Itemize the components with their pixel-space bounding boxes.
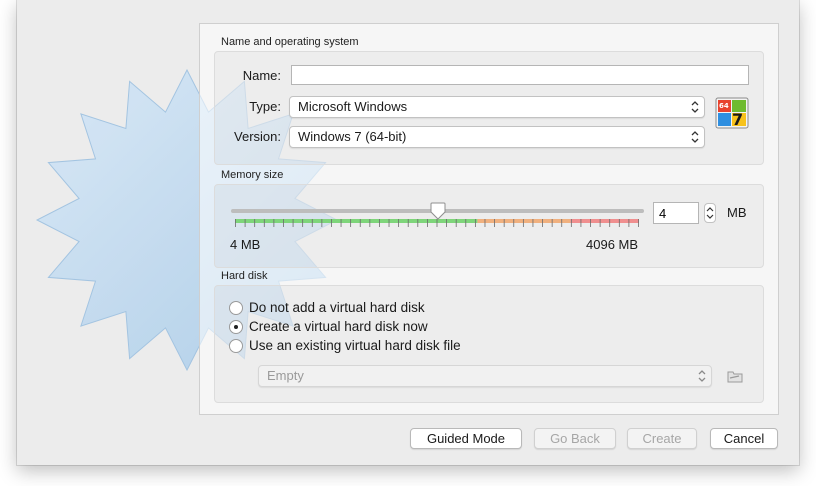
go-back-button[interactable]: Go Back: [534, 428, 616, 449]
os-icon-badge: 64: [719, 102, 729, 110]
radio-no-disk-button[interactable]: [229, 301, 243, 315]
memory-group: MB 4 MB 4096 MB: [214, 184, 764, 268]
memory-stepper[interactable]: [704, 203, 716, 223]
disk-file-select[interactable]: Empty: [258, 365, 712, 387]
type-label: Type:: [249, 99, 281, 114]
create-vm-dialog: Name and operating system Name: Type: Mi…: [17, 0, 799, 465]
memory-min-label: 4 MB: [230, 237, 261, 252]
create-button[interactable]: Create: [627, 428, 697, 449]
version-select[interactable]: Windows 7 (64-bit): [289, 126, 705, 148]
radio-create-disk-label: Create a virtual hard disk now: [249, 319, 428, 334]
section-hard-disk-label: Hard disk: [221, 270, 268, 282]
memory-input[interactable]: [653, 202, 699, 224]
radio-create-disk-button[interactable]: [229, 320, 243, 334]
cancel-button[interactable]: Cancel: [710, 428, 778, 449]
section-memory-label: Memory size: [221, 169, 284, 181]
settings-panel: Name and operating system Name: Type: Mi…: [199, 23, 779, 415]
windows-7-64bit-icon: 64 7: [715, 97, 749, 129]
version-select-value: Windows 7 (64-bit): [298, 129, 407, 144]
hard-disk-group: Do not add a virtual hard disk Create a …: [214, 285, 764, 403]
section-name-os-label: Name and operating system: [221, 36, 359, 48]
name-label: Name:: [242, 68, 281, 83]
version-label: Version:: [234, 129, 281, 144]
chevron-updown-icon: [691, 101, 699, 113]
name-input[interactable]: [291, 65, 749, 85]
radio-existing-disk-button[interactable]: [229, 339, 243, 353]
os-icon-number: 7: [732, 110, 743, 129]
disk-file-select-value: Empty: [267, 368, 304, 383]
radio-existing-disk-label: Use an existing virtual hard disk file: [249, 338, 461, 353]
memory-max-label: 4096 MB: [586, 237, 639, 252]
name-os-group: Name: Type: Microsoft Windows Version: W…: [214, 51, 764, 165]
guided-mode-button[interactable]: Guided Mode: [410, 428, 522, 449]
chevron-updown-icon: [698, 370, 706, 382]
type-select-value: Microsoft Windows: [298, 99, 408, 114]
memory-slider-thumb[interactable]: [430, 202, 446, 220]
chevron-updown-icon: [691, 131, 699, 143]
type-select[interactable]: Microsoft Windows: [289, 96, 705, 118]
memory-slider-ticks: [235, 219, 639, 227]
radio-no-disk-label: Do not add a virtual hard disk: [249, 300, 425, 315]
stepper-arrows-icon: [706, 207, 714, 219]
memory-unit-label: MB: [727, 205, 747, 220]
folder-browse-icon[interactable]: [726, 367, 744, 385]
